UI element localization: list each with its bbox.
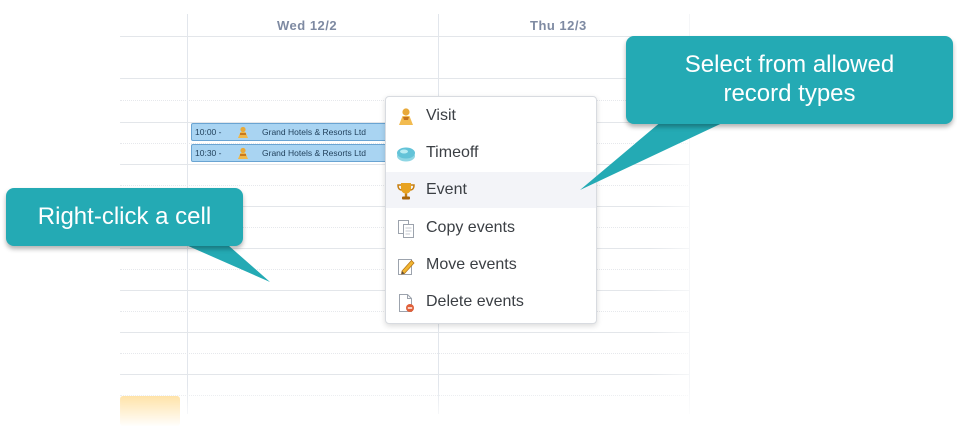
menu-item-visit[interactable]: Visit (386, 98, 596, 134)
trophy-icon (397, 183, 415, 200)
menu-item-event[interactable]: Event (386, 172, 596, 208)
menu-item-label: Copy events (426, 219, 515, 236)
menu-item-copy-events[interactable]: Copy events (386, 210, 596, 246)
visit-icon (238, 126, 248, 138)
event-title: Grand Hotels & Resorts Ltd (262, 148, 366, 158)
visit-icon (399, 108, 413, 125)
pencil-icon (398, 259, 415, 275)
callout-right-click: Right-click a cell (6, 188, 243, 246)
callout-text: record types (723, 80, 856, 107)
fade-overlay (0, 385, 700, 427)
event-time: 10:30 - (195, 148, 222, 158)
menu-item-label: Visit (426, 107, 456, 124)
menu-item-move-events[interactable]: Move events (386, 247, 596, 283)
timeoff-icon (397, 147, 415, 162)
calendar-event[interactable]: 10:30 - Grand Hotels & Resorts Ltd (191, 144, 393, 162)
menu-item-timeoff[interactable]: Timeoff (386, 135, 596, 171)
menu-item-label: Event (426, 181, 467, 198)
context-menu: Visit Timeoff Event Copy events Move eve… (385, 96, 597, 324)
visit-icon (238, 147, 248, 159)
menu-item-delete-events[interactable]: Delete events (386, 284, 596, 320)
grid-line (120, 78, 690, 79)
menu-item-label: Delete events (426, 293, 524, 310)
copy-icon (398, 220, 414, 238)
delete-doc-icon (399, 294, 414, 312)
menu-item-label: Move events (426, 256, 517, 273)
grid-line (120, 36, 690, 37)
day-header-wed[interactable]: Wed 12/2 (277, 18, 337, 33)
callout-text: Select from allowed (684, 51, 895, 78)
calendar-event[interactable]: 10:00 - Grand Hotels & Resorts Ltd (191, 123, 393, 141)
day-header-thu[interactable]: Thu 12/3 (530, 18, 587, 33)
callout-record-types: Select from allowed record types (626, 36, 953, 124)
event-time: 10:00 - (195, 127, 222, 137)
event-title: Grand Hotels & Resorts Ltd (262, 127, 366, 137)
menu-item-label: Timeoff (426, 144, 479, 161)
callout-text: Right-click a cell (37, 203, 212, 230)
